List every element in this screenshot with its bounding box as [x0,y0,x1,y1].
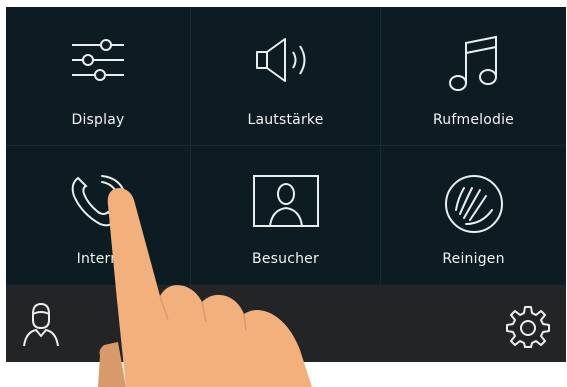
bottom-bar [6,286,566,362]
tile-label-display: Display [71,112,125,128]
tile-label-ringtone: Rufmelodie [433,112,514,128]
visitor-icon [252,175,319,227]
gear-icon[interactable] [506,304,550,348]
phone-icon [71,175,127,227]
tile-ringtone[interactable]: Rufmelodie [381,7,566,146]
tile-label-volume: Lautstärke [247,112,324,128]
intercom-screen: Display Lautstärke Rufmelodie Intern Bes… [6,7,566,362]
tile-label-clean: Reinigen [442,251,505,267]
tile-intern[interactable]: Intern [6,146,191,286]
tile-display[interactable]: Display [6,7,191,146]
tile-clean[interactable]: Reinigen [381,146,566,286]
tile-label-intern: Intern [76,251,120,267]
music-note-icon [448,35,497,91]
speaker-icon [255,38,305,82]
tile-label-visitor: Besucher [252,251,319,267]
user-profile-icon[interactable] [20,300,62,348]
menu-grid: Display Lautstärke Rufmelodie Intern Bes… [6,7,566,286]
sliders-icon [72,39,124,81]
tile-visitor[interactable]: Besucher [191,146,381,286]
clean-hand-icon [444,175,503,233]
tile-volume[interactable]: Lautstärke [191,7,381,146]
